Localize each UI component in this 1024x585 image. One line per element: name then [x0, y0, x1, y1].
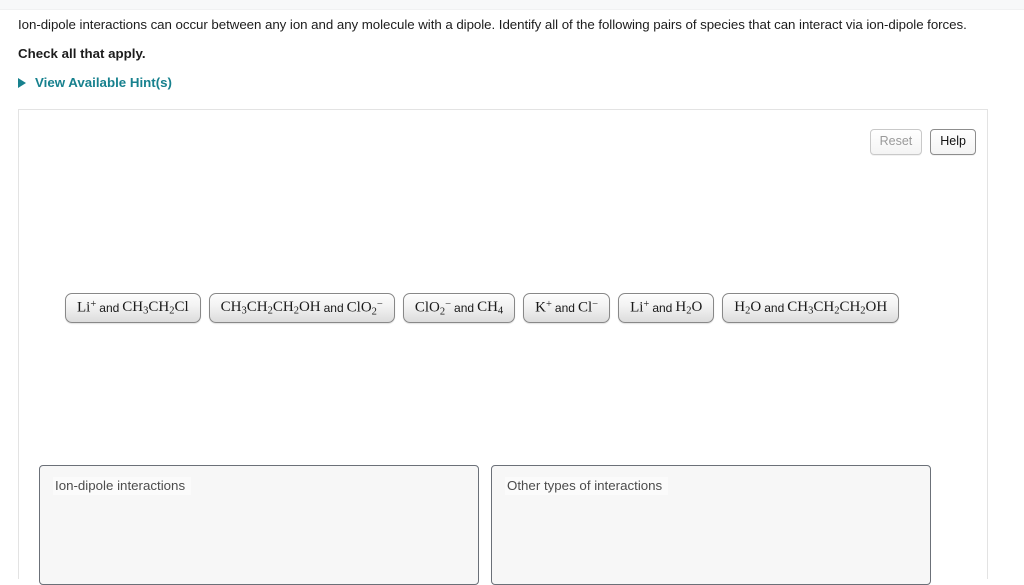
- tile-formula: H2O: [675, 299, 703, 317]
- draggable-tile-water-propanol[interactable]: H2O and CH3CH2CH2OH: [722, 293, 900, 323]
- question-area: Ion-dipole interactions can occur betwee…: [18, 16, 1012, 90]
- tile-formula: H2O: [734, 299, 762, 317]
- tile-formula: ClO2−: [346, 298, 383, 318]
- drop-bin-ion-dipole[interactable]: Ion-dipole interactions: [39, 465, 479, 585]
- drop-bin-title: Other types of interactions: [505, 477, 669, 495]
- drag-drop-panel: Reset Help Li+ and CH3CH2Cl CH3CH2CH2OH …: [18, 109, 988, 585]
- draggable-tile-propanol-chlorite[interactable]: CH3CH2CH2OH and ClO2−: [208, 293, 395, 323]
- question-prompt: Ion-dipole interactions can occur betwee…: [18, 17, 967, 32]
- tile-formula: CH3CH2CH2OH: [220, 299, 321, 317]
- tile-formula: ClO2−: [414, 298, 452, 318]
- draggable-tile-li-water[interactable]: Li+ and H2O: [618, 293, 715, 323]
- draggable-tile-chlorite-methane[interactable]: ClO2− and CH4: [402, 293, 516, 323]
- tile-formula: Cl−: [577, 299, 599, 316]
- tile-conjunction: and: [652, 301, 673, 315]
- tile-conjunction: and: [323, 301, 344, 315]
- drop-bin-title: Ion-dipole interactions: [53, 477, 192, 495]
- tile-conjunction: and: [554, 301, 575, 315]
- help-button[interactable]: Help: [930, 129, 976, 155]
- view-hints-toggle[interactable]: View Available Hint(s): [18, 75, 184, 90]
- reset-button[interactable]: Reset: [869, 129, 923, 155]
- tile-formula: Li+: [630, 299, 650, 316]
- draggable-tile-tray: Li+ and CH3CH2Cl CH3CH2CH2OH and ClO2− C…: [65, 293, 900, 323]
- triangle-right-icon: [18, 77, 26, 88]
- tile-conjunction: and: [764, 301, 785, 315]
- tile-formula: CH3CH2Cl: [122, 299, 189, 317]
- tile-formula: CH4: [477, 299, 504, 317]
- draggable-tile-potassium-chloride[interactable]: K+ and Cl−: [523, 293, 611, 323]
- drop-bin-row: Ion-dipole interactions Other types of i…: [39, 465, 969, 585]
- panel-toolbar: Reset Help: [869, 129, 976, 155]
- tile-conjunction: and: [454, 301, 475, 315]
- tile-conjunction: and: [99, 301, 120, 315]
- draggable-tile-li-ethylchloride[interactable]: Li+ and CH3CH2Cl: [65, 293, 201, 323]
- drop-bin-other[interactable]: Other types of interactions: [491, 465, 931, 585]
- tile-formula: CH3CH2CH2OH: [787, 299, 888, 317]
- check-all-instruction: Check all that apply.: [18, 46, 146, 61]
- page-top-strip: [0, 0, 1024, 10]
- tile-formula: Li+: [77, 299, 97, 316]
- view-hints-label: View Available Hint(s): [35, 75, 172, 90]
- tile-formula: K+: [535, 299, 552, 316]
